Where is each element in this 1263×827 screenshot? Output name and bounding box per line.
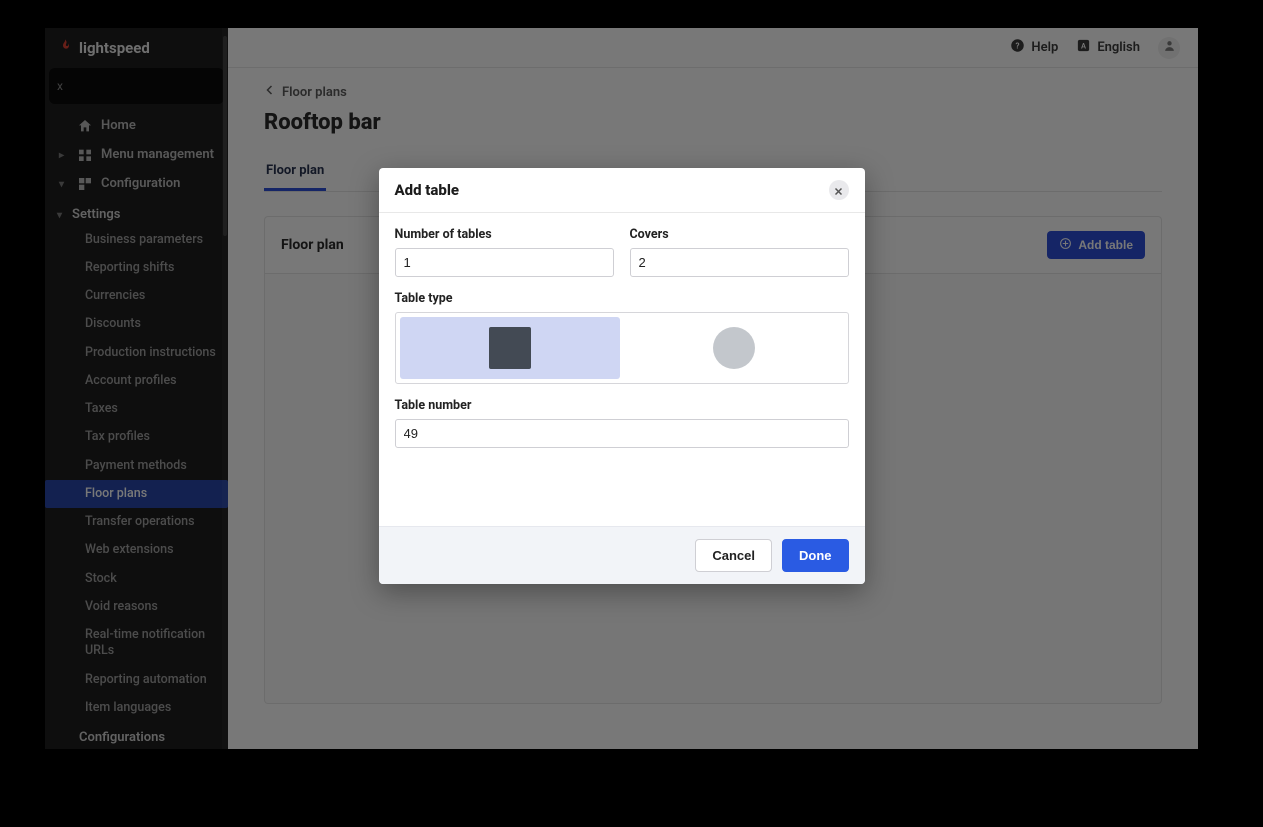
table-type-square[interactable]	[400, 317, 620, 379]
modal-footer: Cancel Done	[379, 526, 865, 584]
modal-title: Add table	[395, 181, 460, 199]
app-shell: lightspeed x Home ▸ Menu management ▾ Co…	[45, 28, 1198, 749]
modal-overlay[interactable]: Add table Number of tables Covers	[45, 28, 1198, 749]
square-shape-icon	[489, 327, 531, 369]
add-table-modal: Add table Number of tables Covers	[379, 168, 865, 584]
modal-body: Number of tables Covers Table type	[379, 213, 865, 526]
num-tables-input[interactable]	[395, 248, 614, 277]
covers-input[interactable]	[630, 248, 849, 277]
field-number-of-tables: Number of tables	[395, 227, 614, 277]
table-type-label: Table type	[395, 291, 849, 306]
modal-header: Add table	[379, 168, 865, 213]
covers-label: Covers	[630, 227, 849, 242]
num-tables-label: Number of tables	[395, 227, 614, 242]
field-covers: Covers	[630, 227, 849, 277]
cancel-button[interactable]: Cancel	[695, 539, 772, 572]
close-icon	[834, 181, 843, 200]
table-type-options	[395, 312, 849, 384]
table-number-label: Table number	[395, 398, 849, 413]
field-table-type: Table type	[395, 291, 849, 384]
table-type-circle[interactable]	[624, 317, 844, 379]
close-button[interactable]	[829, 180, 849, 200]
field-table-number: Table number	[395, 398, 849, 448]
circle-shape-icon	[713, 327, 755, 369]
table-number-input[interactable]	[395, 419, 849, 448]
done-button[interactable]: Done	[782, 539, 849, 572]
